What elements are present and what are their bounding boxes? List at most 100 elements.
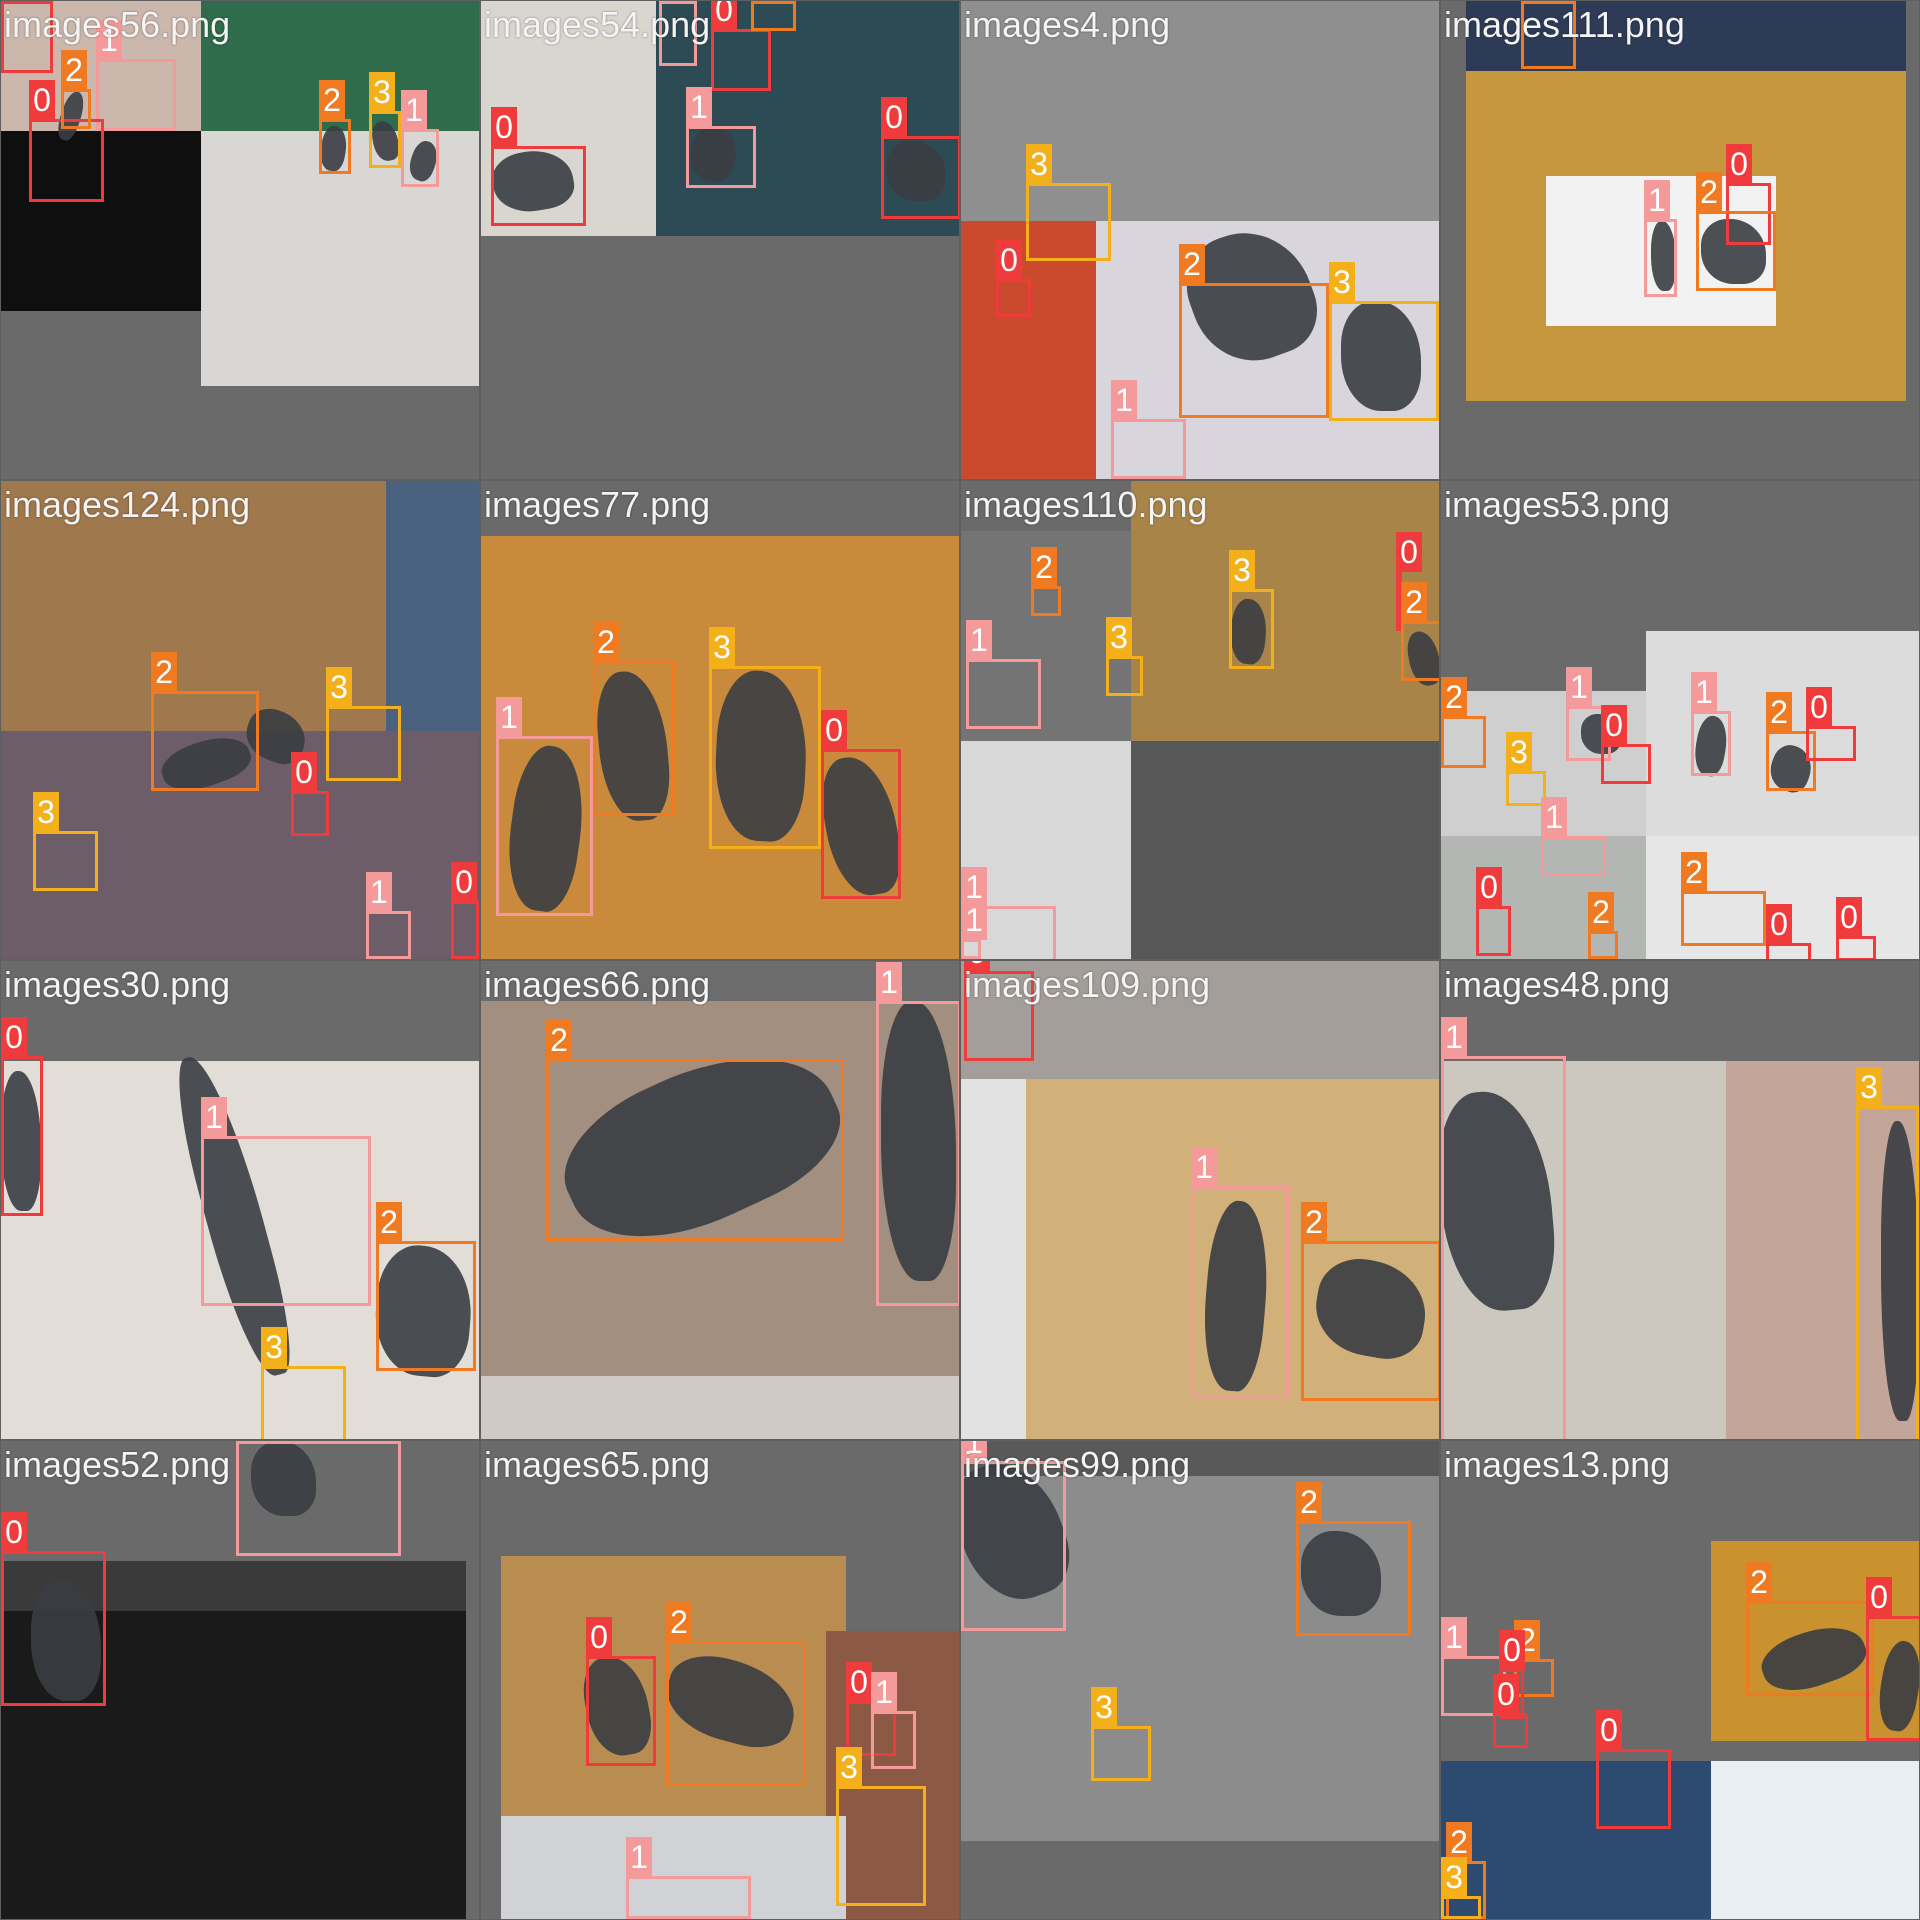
class-label: 2 bbox=[151, 652, 177, 692]
mosaic-tile: 2 1 images66.png bbox=[481, 961, 959, 1439]
class-label: 2 bbox=[666, 1602, 692, 1642]
detection-box: 1 bbox=[401, 90, 439, 187]
image-filename: images111.png bbox=[1444, 4, 1685, 45]
class-label: 2 bbox=[319, 80, 345, 120]
detection-box: 0 bbox=[1, 1512, 106, 1706]
class-label: 3 bbox=[1106, 617, 1132, 657]
detection-box: 0 bbox=[1601, 705, 1651, 784]
mosaic-tile: 2 3 1 0 images77.png bbox=[481, 481, 959, 959]
detection-box: 2 bbox=[666, 1602, 806, 1786]
class-label: 1 bbox=[201, 1097, 227, 1137]
detection-box: 0 bbox=[451, 862, 479, 959]
image-filename: images4.png bbox=[964, 4, 1171, 45]
mosaic-tile: 3 0 2 3 1 images4.png bbox=[961, 1, 1439, 479]
detection-box: 0 bbox=[1836, 897, 1876, 959]
class-label: 3 bbox=[1506, 732, 1532, 772]
class-label: 0 bbox=[1601, 705, 1627, 745]
class-label: 1 bbox=[1191, 1147, 1217, 1187]
class-label: 2 bbox=[751, 1, 777, 2]
class-label: 0 bbox=[1766, 904, 1792, 944]
class-label: 2 bbox=[1521, 1, 1547, 2]
image-filename: images99.png bbox=[964, 1444, 1191, 1485]
mosaic-tile: 012images109.png bbox=[961, 961, 1439, 1439]
detection-box: 1 bbox=[1644, 180, 1677, 297]
detection-box: 0 bbox=[1, 1017, 43, 1216]
image-filename: images56.png bbox=[4, 4, 231, 45]
mosaic-sub-image bbox=[1131, 741, 1439, 959]
detection-box: 2 bbox=[1588, 892, 1618, 959]
class-label: 1 bbox=[871, 1672, 897, 1712]
class-label: 0 bbox=[451, 862, 477, 902]
mosaic-tile: 2 3 0 3 1 0 images124.png bbox=[1, 481, 479, 959]
detection-box: 1 bbox=[236, 1441, 401, 1556]
mosaic-tile: 1 3 images48.png bbox=[1441, 961, 1919, 1439]
class-label: 0 bbox=[711, 1, 737, 30]
class-label: 3 bbox=[836, 1747, 862, 1787]
mosaic-grid: 0102231images56.png010120images54.png302… bbox=[0, 0, 1920, 1920]
image-filename: images30.png bbox=[4, 964, 231, 1005]
class-label: 3 bbox=[1441, 1857, 1467, 1897]
class-label: 1 bbox=[1691, 672, 1717, 712]
class-label: 2 bbox=[1401, 582, 1427, 622]
class-label: 0 bbox=[1, 1, 27, 2]
class-label: 2 bbox=[1301, 1202, 1327, 1242]
detection-box: 3 bbox=[709, 627, 821, 849]
class-label: 0 bbox=[1596, 1710, 1622, 1750]
class-label: 1 bbox=[659, 1, 685, 2]
detection-box: 2 bbox=[1746, 1562, 1874, 1696]
detection-box: 1 bbox=[1441, 1017, 1566, 1439]
detection-box: 0 bbox=[881, 97, 959, 219]
class-label: 3 bbox=[1026, 144, 1052, 184]
mosaic-sub-image bbox=[481, 1376, 959, 1439]
detection-box: 3 bbox=[1856, 1067, 1919, 1439]
detection-box: 1 bbox=[1111, 380, 1186, 479]
detection-box: 2 bbox=[319, 80, 351, 174]
detection-box: 3 bbox=[1091, 1687, 1151, 1781]
class-label: 0 bbox=[291, 752, 317, 792]
detection-box: 0 bbox=[29, 80, 104, 202]
detection-box: 3 bbox=[33, 792, 98, 891]
class-label: 2 bbox=[1446, 1822, 1472, 1862]
class-label: 1 bbox=[1644, 180, 1670, 220]
class-label: 2 bbox=[1746, 1562, 1772, 1602]
detection-box: 1 bbox=[871, 1672, 916, 1769]
class-label: 1 bbox=[401, 90, 427, 130]
detection-box: 1 bbox=[96, 20, 176, 131]
image-filename: images52.png bbox=[4, 1444, 231, 1485]
class-label: 2 bbox=[1031, 547, 1057, 587]
class-label: 1 bbox=[966, 620, 992, 660]
detection-box: 0 bbox=[586, 1617, 656, 1766]
detection-box: 2 bbox=[151, 652, 259, 791]
detection-box: 3 bbox=[1329, 262, 1439, 421]
detection-box: 0 bbox=[1766, 904, 1811, 959]
mosaic-tile: 0102231images56.png bbox=[1, 1, 479, 479]
image-filename: images109.png bbox=[964, 964, 1211, 1005]
detection-box: 2 bbox=[1031, 547, 1061, 616]
detection-box: 2 bbox=[751, 1, 796, 31]
class-label: 0 bbox=[821, 710, 847, 750]
class-label: 1 bbox=[236, 1441, 262, 1442]
detection-box: 1 bbox=[1541, 797, 1606, 876]
class-label: 0 bbox=[586, 1617, 612, 1657]
class-label: 0 bbox=[1493, 1674, 1519, 1714]
class-label: 1 bbox=[366, 872, 392, 912]
detection-box: 2 bbox=[1681, 852, 1766, 946]
detection-box: 2 bbox=[1401, 582, 1439, 681]
image-filename: images65.png bbox=[484, 1444, 711, 1485]
image-filename: images110.png bbox=[964, 484, 1208, 525]
class-label: 2 bbox=[1179, 244, 1205, 284]
class-label: 2 bbox=[376, 1202, 402, 1242]
detection-box: 2 bbox=[1441, 677, 1486, 768]
image-filename: images66.png bbox=[484, 964, 711, 1005]
class-label: 0 bbox=[1, 1512, 27, 1552]
class-label: 1 bbox=[1566, 667, 1592, 707]
detection-box: 0 bbox=[821, 710, 901, 899]
class-label: 3 bbox=[1229, 550, 1255, 590]
mosaic-tile: 1 2 3 images99.png bbox=[961, 1441, 1439, 1919]
detection-box: 0 bbox=[491, 107, 586, 226]
detection-box: 1 bbox=[961, 900, 987, 959]
mosaic-tile: 010120images54.png bbox=[481, 1, 959, 479]
class-label: 2 bbox=[61, 50, 87, 90]
detection-box: 3 bbox=[369, 72, 401, 168]
class-label: 3 bbox=[1856, 1067, 1882, 1107]
